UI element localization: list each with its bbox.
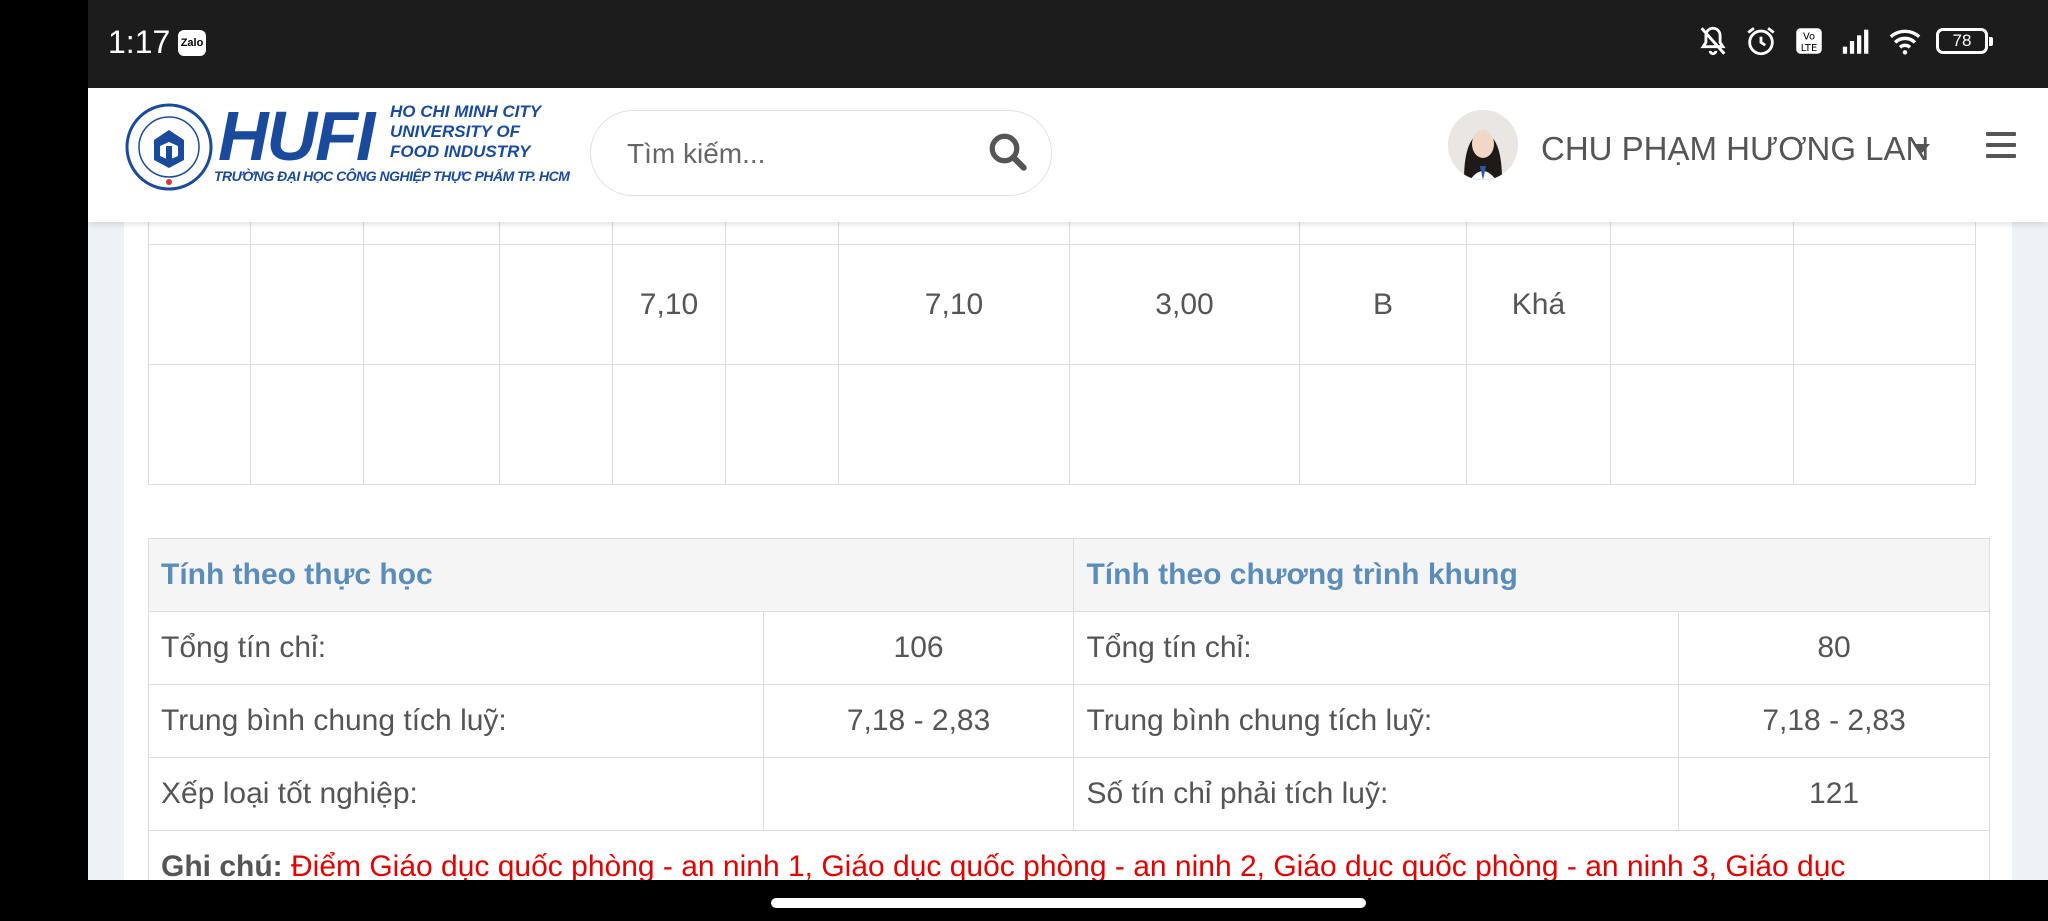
note-row: Ghi chú: Điểm Giáo dục quốc phòng - an n…: [148, 830, 1990, 880]
summary-value: [762, 757, 1075, 831]
system-navigation-bar: [88, 880, 2048, 921]
table-cell: [499, 244, 613, 365]
status-time: 1:17: [108, 24, 171, 60]
svg-text:Vo: Vo: [1803, 32, 1815, 43]
wifi-icon: [1889, 29, 1921, 55]
table-cell: [1069, 364, 1300, 485]
table-cell: [148, 364, 251, 485]
search-icon[interactable]: [987, 131, 1029, 173]
summary-label: Tổng tín chỉ:: [1073, 611, 1680, 685]
table-cell: [363, 244, 500, 365]
table-cell: [725, 364, 839, 485]
summary-label: Xếp loại tốt nghiệp:: [148, 757, 764, 831]
hamburger-menu-icon[interactable]: [1986, 132, 2016, 158]
user-name-dropdown[interactable]: CHU PHẠM HƯƠNG LAN: [1541, 130, 1929, 168]
status-icons: Vo LTE 78: [1696, 24, 1993, 58]
table-cell: [363, 364, 500, 485]
table-cell: [838, 364, 1070, 485]
left-screen-bezel: [0, 0, 88, 921]
table-row: Xếp loại tốt nghiệp: Số tín chỉ phải tíc…: [148, 757, 1990, 831]
logo-sub-line-2: UNIVERSITY OF: [390, 122, 521, 141]
summary-value: 7,18 - 2,83: [762, 684, 1075, 758]
signal-icon: [1842, 29, 1869, 54]
summary-value: 7,18 - 2,83: [1678, 684, 1990, 758]
table-cell: [1466, 364, 1611, 485]
zalo-notification-icon: Zalo: [178, 30, 206, 56]
logo-sub-line-3: FOOD INDUSTRY: [390, 142, 531, 161]
note-cell: Ghi chú: Điểm Giáo dục quốc phòng - an n…: [148, 830, 1990, 880]
hufi-emblem-logo[interactable]: [124, 102, 214, 192]
alarm-icon: [1747, 27, 1775, 56]
battery-icon: 78: [1936, 28, 1993, 54]
svg-text:LTE: LTE: [1801, 43, 1817, 54]
table-cell: [1793, 244, 1976, 365]
chevron-down-icon[interactable]: [1914, 144, 1930, 153]
volte-icon: VoLTE: [1796, 28, 1822, 54]
home-gesture-handle[interactable]: [771, 898, 1366, 908]
table-cell: [612, 364, 726, 485]
summary-label: Trung bình chung tích luỹ:: [1073, 684, 1680, 758]
note-label: Ghi chú:: [161, 850, 283, 880]
summary-right-title: Tính theo chương trình khung: [1073, 538, 1990, 612]
search-input[interactable]: [625, 131, 969, 177]
avatar[interactable]: [1448, 110, 1518, 180]
table-cell: [250, 244, 364, 365]
table-cell: [1299, 364, 1467, 485]
grade-table: 7,10 7,10 3,00 B Khá: [148, 210, 1976, 485]
web-page: HUFI HO CHI MINH CITY UNIVERSITY OF FOOD…: [88, 88, 2048, 880]
logo-wordmark[interactable]: HUFI: [218, 96, 375, 176]
table-cell: 7,10: [612, 244, 726, 365]
table-cell: [148, 244, 251, 365]
bell-off-icon: [1700, 26, 1726, 56]
table-cell: [1793, 364, 1976, 485]
table-cell: 3,00: [1069, 244, 1300, 365]
summary-value: 80: [1678, 611, 1990, 685]
site-header: HUFI HO CHI MINH CITY UNIVERSITY OF FOOD…: [88, 88, 2048, 222]
table-cell: 7,10: [838, 244, 1070, 365]
summary-label: Trung bình chung tích luỹ:: [148, 684, 764, 758]
content-card: 7,10 7,10 3,00 B Khá Tính theo thực học: [124, 210, 2012, 880]
status-bar: 1:17 Zalo Vo LTE 78: [88, 0, 2048, 88]
summary-header-row: Tính theo thực học Tính theo chương trìn…: [147, 538, 1990, 612]
table-cell: [1610, 364, 1794, 485]
summary-value: 106: [762, 611, 1075, 685]
search-box[interactable]: [590, 110, 1052, 196]
table-cell: [499, 364, 613, 485]
summary-label: Tổng tín chỉ:: [148, 611, 764, 685]
table-cell: [250, 364, 364, 485]
logo-vietnamese-name: TRƯỜNG ĐẠI HỌC CÔNG NGHIỆP THỰC PHẨM TP.…: [214, 168, 570, 184]
user-photo-icon: [1448, 110, 1518, 180]
table-cell: [1610, 244, 1794, 365]
table-row: 7,10 7,10 3,00 B Khá: [148, 244, 1976, 365]
summary-value: 121: [1678, 757, 1990, 831]
table-row: [148, 364, 1976, 485]
table-row: Trung bình chung tích luỹ: 7,18 - 2,83 T…: [148, 684, 1990, 758]
credit-summary-table: Tính theo thực học Tính theo chương trìn…: [147, 538, 1990, 880]
summary-left-title: Tính theo thực học: [147, 538, 1075, 612]
logo-subtitle: HO CHI MINH CITY UNIVERSITY OF FOOD INDU…: [390, 102, 541, 162]
summary-label: Số tín chỉ phải tích luỹ:: [1073, 757, 1680, 831]
table-row: Tổng tín chỉ: 106 Tổng tín chỉ: 80: [148, 611, 1990, 685]
table-cell: [725, 244, 839, 365]
table-cell: B: [1299, 244, 1467, 365]
note-text: Điểm Giáo dục quốc phòng - an ninh 1, Gi…: [291, 850, 1846, 880]
table-cell: Khá: [1466, 244, 1611, 365]
logo-sub-line-1: HO CHI MINH CITY: [390, 102, 542, 121]
